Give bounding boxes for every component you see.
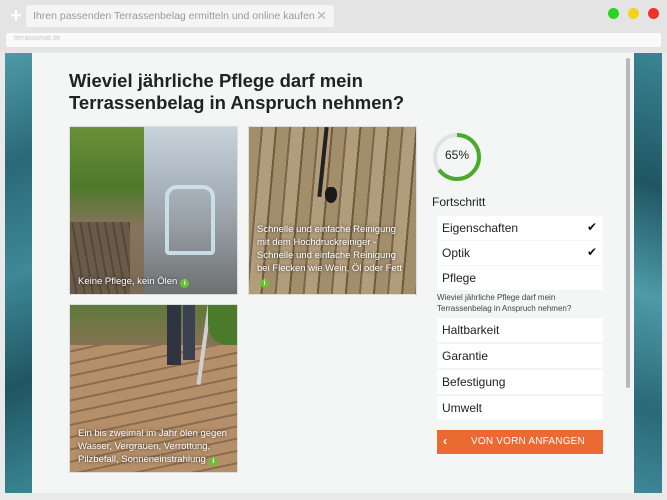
window-maximize-button[interactable]: [608, 8, 619, 19]
progress-heading: Fortschritt: [432, 195, 486, 209]
address-bar[interactable]: terrassomat.de: [6, 33, 661, 47]
window-close-button[interactable]: [648, 8, 659, 19]
option-card-oiling[interactable]: Ein bis zweimal im Jahr ölen gegen Wasse…: [69, 304, 238, 473]
option-caption: Keine Pflege, kein Ölen i: [78, 275, 231, 288]
question-title: Wieviel jährliche Pflege darf mein Terra…: [69, 70, 405, 113]
info-icon[interactable]: i: [208, 457, 218, 466]
checkmark-icon: ✔: [586, 245, 597, 259]
info-icon[interactable]: i: [180, 279, 190, 288]
info-icon[interactable]: i: [260, 279, 269, 288]
restart-label: VON VORN ANFANGEN: [471, 436, 585, 447]
option-caption: Ein bis zweimal im Jahr ölen gegen Wasse…: [78, 428, 227, 466]
step-umwelt[interactable]: Umwelt: [437, 396, 603, 420]
option-card-easy-cleaning[interactable]: Schnelle und einfache Reinigung mit dem …: [248, 126, 417, 295]
scrollbar[interactable]: [626, 58, 630, 388]
browser-chrome: + Ihren passenden Terrassenbelag ermitte…: [0, 0, 667, 52]
step-label: Pflege: [442, 271, 477, 285]
step-label: Eigenschaften: [442, 221, 519, 235]
step-haltbarkeit[interactable]: Haltbarkeit: [437, 318, 603, 342]
page: Wieviel jährliche Pflege darf mein Terra…: [5, 53, 662, 493]
close-tab-icon[interactable]: ✕: [316, 8, 327, 24]
url-text: terrassomat.de: [14, 35, 61, 42]
option-image: [70, 127, 237, 294]
new-tab-button[interactable]: +: [6, 6, 26, 26]
browser-tab[interactable]: Ihren passenden Terrassenbelag ermitteln…: [26, 5, 334, 27]
step-label: Optik: [442, 246, 471, 260]
step-label: Befestigung: [442, 375, 506, 389]
step-label: Haltbarkeit: [442, 323, 500, 337]
step-pflege[interactable]: Pflege: [437, 266, 603, 290]
step-garantie[interactable]: Garantie: [437, 344, 603, 368]
tab-title: Ihren passenden Terrassenbelag ermitteln…: [33, 10, 315, 22]
option-card-no-care[interactable]: Keine Pflege, kein Ölen i: [69, 126, 238, 295]
restart-button[interactable]: ‹ VON VORN ANFANGEN: [437, 430, 603, 454]
step-label: Umwelt: [442, 401, 483, 415]
step-befestigung[interactable]: Befestigung: [437, 370, 603, 394]
water-background-right: [634, 53, 662, 493]
current-step-question: Wieviel jährliche Pflege darf mein Terra…: [437, 293, 572, 313]
chevron-left-icon: ‹: [443, 434, 447, 448]
step-eigenschaften[interactable]: Eigenschaften ✔: [437, 216, 603, 240]
option-caption: Schnelle und einfache Reinigung mit dem …: [257, 224, 403, 288]
water-background-left: [5, 53, 32, 493]
step-optik[interactable]: Optik ✔: [437, 241, 603, 265]
step-label: Garantie: [442, 349, 489, 363]
progress-percent: 65%: [444, 148, 470, 162]
checkmark-icon: ✔: [586, 220, 597, 234]
window-minimize-button[interactable]: [628, 8, 639, 19]
